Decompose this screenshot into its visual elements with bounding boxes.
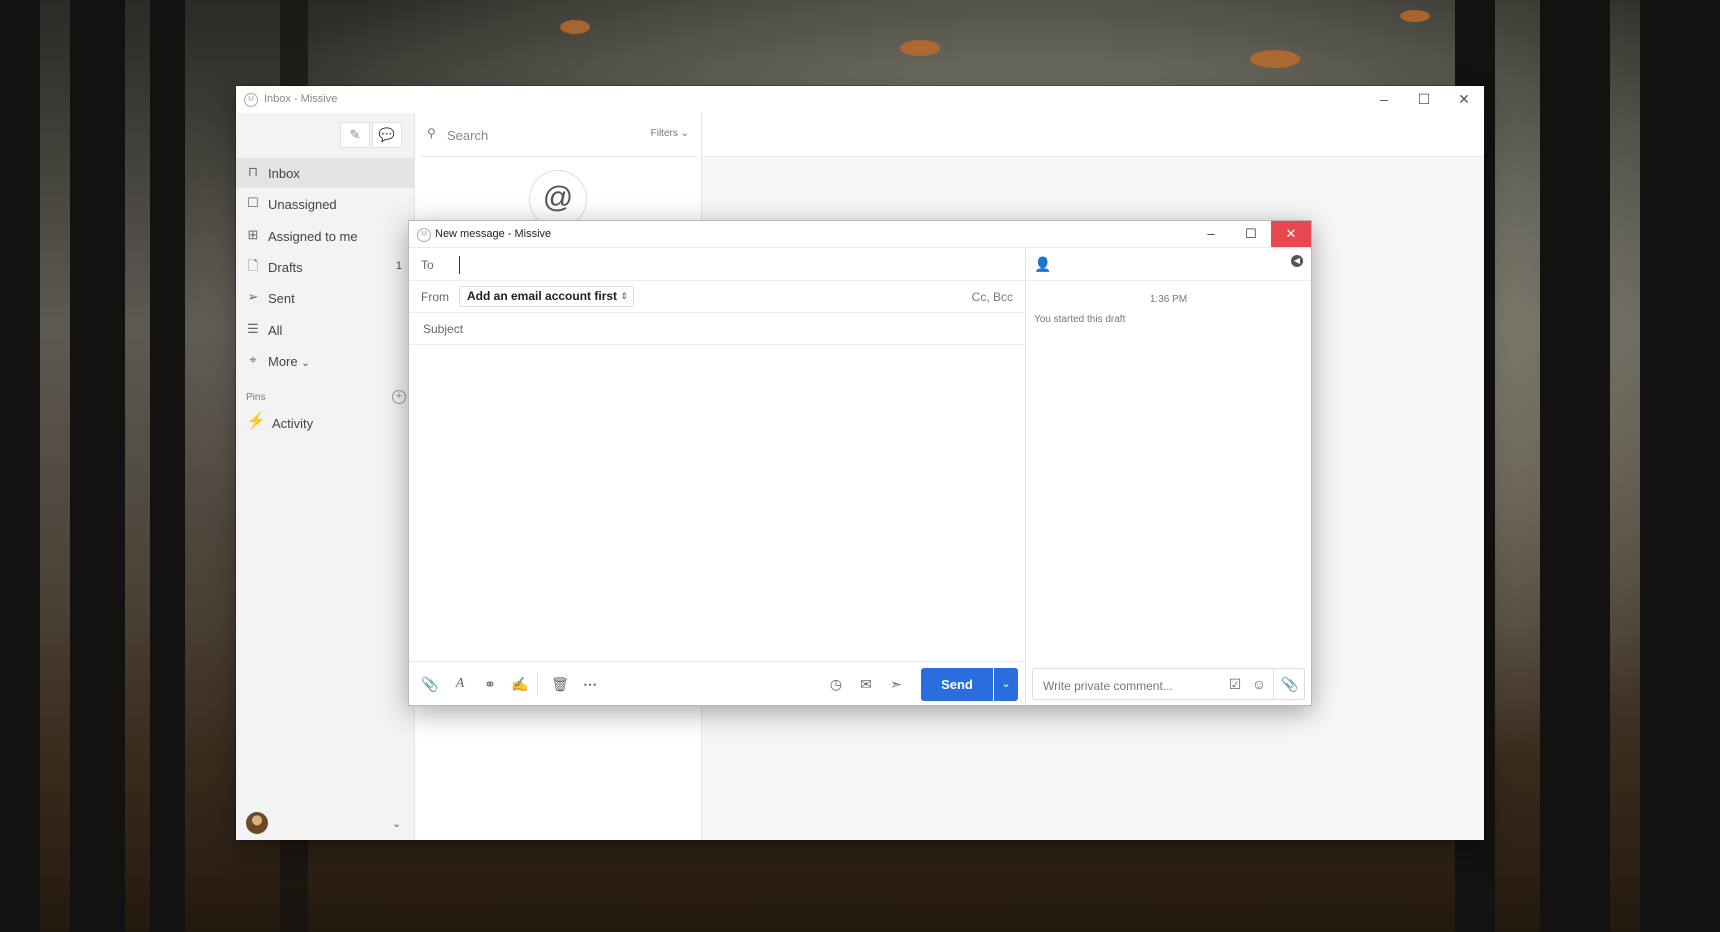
from-account-value: Add an email account first xyxy=(467,289,618,303)
cc-bcc-link[interactable]: Cc, Bcc xyxy=(972,290,1013,304)
clock-icon[interactable]: ◷ xyxy=(827,675,845,693)
signature-icon[interactable]: ✍ xyxy=(511,675,529,693)
chevron-down-icon: ⌄ xyxy=(301,358,310,369)
sidebar-item-all[interactable]: ☰ All xyxy=(236,315,414,345)
to-label: To xyxy=(421,258,434,272)
compose-window-title: New message - Missive xyxy=(435,228,552,240)
sidebar-item-label: Activity xyxy=(272,416,314,431)
envelope-icon[interactable]: ✉ xyxy=(857,675,875,693)
sidebar: ✎ 💬 ⊓ Inbox ☐ Unassigned ⊞ Assigned to m… xyxy=(236,113,415,840)
sidebar-item-label: More ⌄ xyxy=(268,354,310,369)
reading-pane-header xyxy=(702,113,1484,157)
private-comment-input[interactable] xyxy=(1041,676,1225,696)
filters-dropdown[interactable]: Filters ⌄ xyxy=(651,128,689,139)
person-icon[interactable]: 👤 xyxy=(1034,256,1051,273)
sidebar-item-label: Unassigned xyxy=(268,197,337,212)
pins-section-label: Pins xyxy=(246,392,266,403)
subject-row xyxy=(409,312,1025,345)
drafts-count-badge: 1 xyxy=(395,260,402,272)
text-format-icon[interactable]: A xyxy=(451,675,469,693)
sidebar-item-more[interactable]: ⌖ More ⌄ xyxy=(236,346,414,376)
sidebar-item-label: Drafts xyxy=(268,260,303,275)
account-chevron-icon[interactable]: ⌄ xyxy=(392,817,401,830)
event-timestamp: 1:36 PM xyxy=(1149,294,1188,305)
compose-toolbar: 📎 A ⚭ ✍ 🗑 ⋯ ◷ ✉ ➣ Send ⌄ xyxy=(409,661,1025,705)
message-body[interactable] xyxy=(409,344,1025,661)
sidebar-item-label: Sent xyxy=(268,291,295,306)
to-row: To xyxy=(409,248,1025,281)
compose-editor: To From Add an email account first ⇕ Cc,… xyxy=(409,248,1026,705)
send-later-icon[interactable]: ➣ xyxy=(887,675,905,693)
updown-arrows-icon: ⇕ xyxy=(620,291,629,301)
inbox-icon: ⊓ xyxy=(247,164,259,179)
compose-maximize-button[interactable]: ☐ xyxy=(1231,221,1271,247)
compose-window: M New message - Missive – ☐ ✕ To From Ad… xyxy=(408,220,1312,706)
sidebar-item-activity[interactable]: ⚡ Activity xyxy=(236,408,414,438)
event-description: You started this draft xyxy=(1034,314,1126,325)
compose-button[interactable]: ✎ xyxy=(340,122,370,148)
from-label: From xyxy=(421,290,449,304)
comment-attach-icon[interactable]: 📎 xyxy=(1281,676,1298,693)
comment-box: ☑ ☺ 📎 xyxy=(1032,668,1305,700)
avatar[interactable] xyxy=(246,812,268,834)
to-field[interactable] xyxy=(459,256,965,274)
sidebar-item-drafts[interactable]: 🗋 Drafts 1 xyxy=(236,252,414,282)
minimize-button[interactable]: – xyxy=(1364,86,1404,113)
subject-field[interactable] xyxy=(421,317,985,341)
add-pin-button[interactable]: + xyxy=(392,390,406,404)
attach-icon[interactable]: 📎 xyxy=(421,675,439,693)
trash-icon[interactable]: 🗑 xyxy=(551,675,569,693)
comments-header: 👤 ◀ xyxy=(1026,248,1311,281)
compose-minimize-button[interactable]: – xyxy=(1191,221,1231,247)
send-button[interactable]: Send xyxy=(921,668,993,701)
sidebar-item-label: All xyxy=(268,323,283,338)
compose-titlebar[interactable]: M New message - Missive – ☐ ✕ xyxy=(409,221,1311,248)
collapse-arrow-icon[interactable]: ◀ xyxy=(1291,255,1303,267)
send-options-button[interactable]: ⌄ xyxy=(994,668,1018,701)
sidebar-item-sent[interactable]: ➢ Sent xyxy=(236,283,414,313)
missive-logo-icon: M xyxy=(244,93,258,107)
file-icon: 🗋 xyxy=(247,258,259,273)
plus-square-icon: ⊞ xyxy=(247,227,259,242)
checkbox-icon: ☐ xyxy=(247,195,259,210)
archive-icon: ☰ xyxy=(247,321,259,336)
missive-logo-icon: M xyxy=(417,228,431,242)
task-checkbox-icon[interactable]: ☑ xyxy=(1227,676,1243,693)
comments-pane: 👤 ◀ 1:36 PM You started this draft ☑ ☺ 📎 xyxy=(1026,248,1311,705)
main-window-title: Inbox - Missive xyxy=(264,93,338,105)
new-chat-button[interactable]: 💬 xyxy=(372,122,402,148)
close-button[interactable]: ✕ xyxy=(1444,86,1484,113)
sidebar-item-unassigned[interactable]: ☐ Unassigned xyxy=(236,189,414,219)
compose-close-button[interactable]: ✕ xyxy=(1271,221,1311,247)
main-titlebar[interactable]: M Inbox - Missive – ☐ ✕ xyxy=(236,86,1484,114)
from-row: From Add an email account first ⇕ Cc, Bc… xyxy=(409,280,1025,313)
sidebar-item-label: Inbox xyxy=(268,166,300,181)
link-icon[interactable]: ⚭ xyxy=(481,675,499,693)
search-input[interactable] xyxy=(445,124,629,146)
search-icon: ⚲ xyxy=(427,126,436,140)
maximize-button[interactable]: ☐ xyxy=(1404,86,1444,113)
from-account-select[interactable]: Add an email account first ⇕ xyxy=(459,286,635,307)
sidebar-item-inbox[interactable]: ⊓ Inbox xyxy=(236,158,414,188)
sidebar-item-label: Assigned to me xyxy=(268,229,358,244)
chat-bubbles-icon: 💬 xyxy=(378,127,396,142)
paper-plane-icon: ➢ xyxy=(247,289,259,304)
sidebar-item-assigned-to-me[interactable]: ⊞ Assigned to me xyxy=(236,221,414,251)
lightning-icon: ⚡ xyxy=(246,413,266,430)
emoji-icon[interactable]: ☺ xyxy=(1251,676,1267,692)
more-label: More xyxy=(268,354,298,369)
more-options-icon[interactable]: ⋯ xyxy=(581,675,599,693)
pencil-icon: ✎ xyxy=(349,127,361,142)
tag-icon: ⌖ xyxy=(249,352,257,367)
search-bar: ⚲ Filters ⌄ xyxy=(419,113,697,157)
